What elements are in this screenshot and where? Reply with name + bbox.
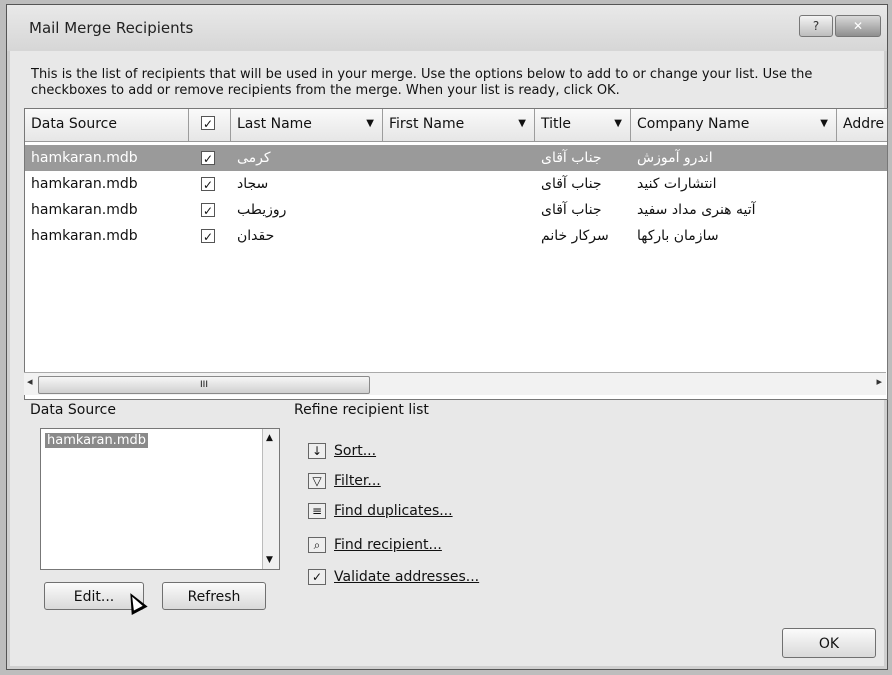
column-header-last-name[interactable]: Last Name ▼	[231, 109, 383, 141]
cell-company: سازمان بارکها	[637, 228, 719, 244]
scroll-down-icon[interactable]: ▼	[266, 555, 273, 565]
help-button[interactable]: ?	[799, 15, 833, 37]
column-label: Company Name	[637, 116, 750, 132]
scroll-left-icon[interactable]: ◂	[27, 375, 33, 388]
find-duplicates-label[interactable]: Find duplicates...	[334, 503, 453, 519]
validate-addresses-link[interactable]: ✓ Validate addresses...	[308, 566, 479, 588]
chevron-down-icon[interactable]: ▼	[366, 109, 374, 139]
cell-last-name: روزیطب	[237, 202, 287, 218]
sort-link-label[interactable]: Sort...	[334, 443, 376, 459]
filter-link-label[interactable]: Filter...	[334, 473, 381, 489]
column-header-company[interactable]: Company Name ▼	[631, 109, 837, 141]
horizontal-scrollbar[interactable]: ◂ III ▸	[24, 372, 886, 395]
cell-title: جناب آقای	[541, 150, 602, 166]
column-label: Last Name	[237, 116, 312, 132]
cell-company: انتشارات کنید	[637, 176, 717, 192]
cell-company: اندرو آموزش	[637, 150, 713, 166]
column-header-checkbox[interactable]: ✓	[189, 109, 231, 141]
chevron-down-icon[interactable]: ▼	[614, 109, 622, 139]
chevron-down-icon[interactable]: ▼	[518, 109, 526, 139]
recipients-table: Data Source ✓ Last Name ▼ First Name ▼ Tit…	[24, 108, 888, 400]
column-header-title[interactable]: Title ▼	[535, 109, 631, 141]
vertical-scrollbar[interactable]: ▲ ▼	[262, 429, 279, 569]
table-row[interactable]: hamkaran.mdb ✓ کرمی جناب آقای اندرو آموز…	[25, 145, 887, 171]
close-button[interactable]: ✕	[835, 15, 881, 37]
cell-checkbox: ✓	[201, 171, 231, 197]
scroll-grip: III	[200, 380, 208, 390]
cell-last-name: حقدان	[237, 228, 275, 244]
table-row[interactable]: hamkaran.mdb ✓ سجاد جناب آقای انتشارات ک…	[25, 171, 887, 197]
find-recipient-icon: ⌕	[308, 537, 326, 553]
validate-icon: ✓	[308, 569, 326, 585]
cell-last-name: کرمی	[237, 150, 271, 166]
column-label: Data Source	[31, 116, 117, 132]
validate-addresses-label[interactable]: Validate addresses...	[334, 569, 479, 585]
scroll-right-icon[interactable]: ▸	[876, 375, 882, 388]
cell-first-name	[383, 197, 535, 223]
data-source-label: Data Source	[30, 402, 116, 418]
cell-checkbox: ✓	[201, 223, 231, 249]
window-controls: ? ✕	[799, 15, 881, 37]
refresh-button[interactable]: Refresh	[162, 582, 266, 610]
cell-checkbox: ✓	[201, 145, 231, 171]
cell-title: سرکار خانم	[541, 228, 609, 244]
column-header-address[interactable]: Addre	[837, 109, 887, 141]
column-header-first-name[interactable]: First Name ▼	[383, 109, 535, 141]
cell-company: آتیه هنری مداد سفید	[637, 202, 756, 218]
cell-data-source: hamkaran.mdb	[31, 202, 138, 218]
cell-last-name: سجاد	[237, 176, 269, 192]
table-row[interactable]: hamkaran.mdb ✓ روزیطب جناب آقای آتیه هنر…	[25, 197, 887, 223]
find-recipient-label[interactable]: Find recipient...	[334, 537, 442, 553]
chevron-down-icon[interactable]: ▼	[820, 109, 828, 139]
dialog-title: Mail Merge Recipients	[29, 19, 194, 37]
row-checkbox[interactable]: ✓	[201, 229, 215, 244]
title-bar: Mail Merge Recipients ? ✕	[7, 5, 887, 51]
refine-list-label: Refine recipient list	[294, 402, 429, 418]
filter-icon: ▽	[308, 473, 326, 489]
cell-title: جناب آقای	[541, 176, 602, 192]
column-label: Addre	[843, 116, 885, 132]
column-label: First Name	[389, 116, 465, 132]
cell-title: جناب آقای	[541, 202, 602, 218]
row-checkbox[interactable]: ✓	[201, 203, 215, 218]
scrollbar-thumb[interactable]: III	[38, 376, 370, 394]
row-checkbox[interactable]: ✓	[201, 151, 215, 166]
cell-first-name	[383, 223, 535, 249]
data-source-list[interactable]: hamkaran.mdb ▲ ▼	[40, 428, 280, 570]
sort-icon: ↓	[308, 443, 326, 459]
select-all-checkbox[interactable]: ✓	[201, 116, 215, 131]
cell-data-source: hamkaran.mdb	[31, 228, 138, 244]
column-header-data-source[interactable]: Data Source	[25, 109, 189, 141]
list-item[interactable]: hamkaran.mdb	[45, 433, 148, 448]
find-duplicates-link[interactable]: ≡ Find duplicates...	[308, 500, 453, 522]
row-checkbox[interactable]: ✓	[201, 177, 215, 192]
instructions-text: This is the list of recipients that will…	[31, 67, 813, 98]
sort-link[interactable]: ↓ Sort...	[308, 440, 376, 462]
cell-first-name	[383, 145, 535, 171]
filter-link[interactable]: ▽ Filter...	[308, 470, 381, 492]
cell-first-name	[383, 171, 535, 197]
scroll-up-icon[interactable]: ▲	[266, 433, 273, 443]
find-recipient-link[interactable]: ⌕ Find recipient...	[308, 534, 442, 556]
cell-data-source: hamkaran.mdb	[31, 176, 138, 192]
cell-data-source: hamkaran.mdb	[31, 150, 138, 166]
column-label: Title	[541, 116, 572, 132]
table-row[interactable]: hamkaran.mdb ✓ حقدان سرکار خانم سازمان ب…	[25, 223, 887, 249]
ok-button[interactable]: OK	[782, 628, 876, 658]
duplicates-icon: ≡	[308, 503, 326, 519]
cell-checkbox: ✓	[201, 197, 231, 223]
table-header: Data Source ✓ Last Name ▼ First Name ▼ Tit…	[25, 109, 887, 142]
